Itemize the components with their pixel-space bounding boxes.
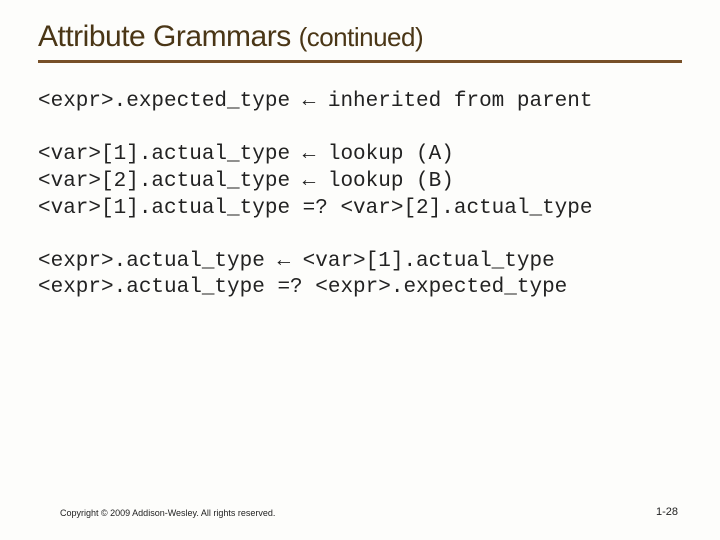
slide-title: Attribute Grammars (continued) [38,20,682,54]
code-line: <var>[1].actual_type =? <var>[2].actual_… [38,196,682,223]
content-area: <expr>.expected_type ← inherited from pa… [38,89,682,302]
code-line: <var>[2].actual_type ← lookup (B) [38,169,682,196]
title-main: Attribute Grammars [38,20,299,53]
block-1: <expr>.expected_type ← inherited from pa… [38,89,682,116]
slide: Attribute Grammars (continued) <expr>.ex… [0,0,720,540]
copyright-text: Copyright © 2009 Addison-Wesley. All rig… [60,508,275,518]
code-line: <expr>.expected_type ← inherited from pa… [38,89,682,116]
block-3: <expr>.actual_type ← <var>[1].actual_typ… [38,249,682,303]
code-line: <var>[1].actual_type ← lookup (A) [38,142,682,169]
code-line: <expr>.actual_type =? <expr>.expected_ty… [38,275,682,302]
code-line: <expr>.actual_type ← <var>[1].actual_typ… [38,249,682,276]
block-2: <var>[1].actual_type ← lookup (A) <var>[… [38,142,682,223]
page-number: 1-28 [656,506,678,518]
title-sub: (continued) [299,22,424,52]
title-rule [38,60,682,63]
